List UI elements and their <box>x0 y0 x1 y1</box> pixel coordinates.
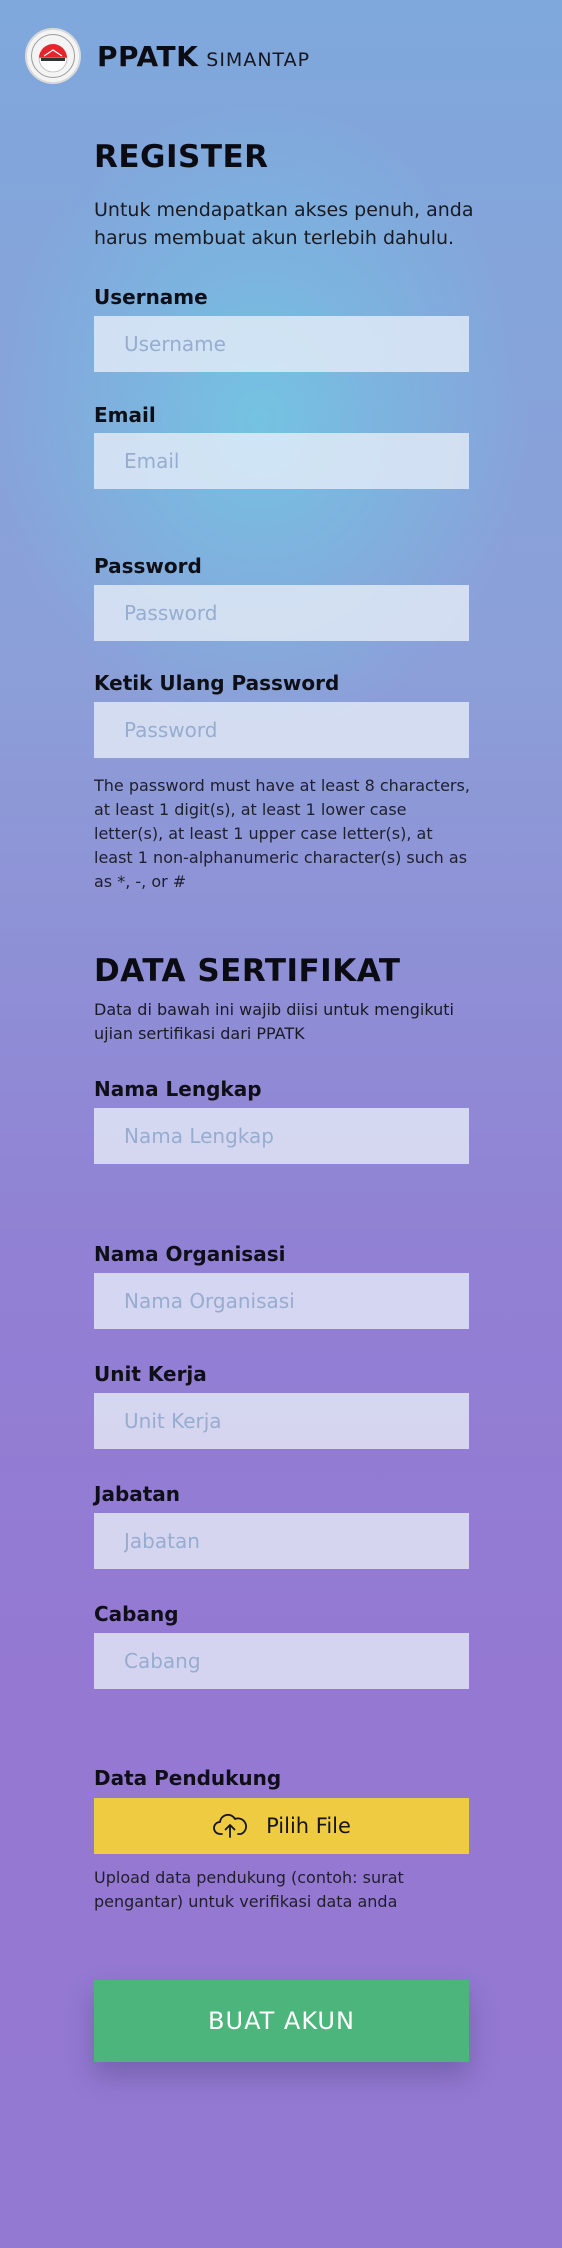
fullname-input[interactable] <box>94 1108 469 1164</box>
password-input[interactable] <box>94 585 469 641</box>
fullname-label: Nama Lengkap <box>94 1077 262 1101</box>
position-input[interactable] <box>94 1513 469 1569</box>
email-label: Email <box>94 403 156 427</box>
cloud-upload-icon <box>213 1813 248 1838</box>
work-unit-label: Unit Kerja <box>94 1362 207 1386</box>
username-label: Username <box>94 285 208 309</box>
brand-sub: SIMANTAP <box>206 48 311 71</box>
branch-label: Cabang <box>94 1602 179 1626</box>
retype-password-label: Ketik Ulang Password <box>94 671 340 695</box>
create-account-button[interactable]: BUAT AKUN <box>94 1980 469 2062</box>
work-unit-input[interactable] <box>94 1393 469 1449</box>
branch-input[interactable] <box>94 1633 469 1689</box>
position-label: Jabatan <box>94 1482 181 1506</box>
organization-input[interactable] <box>94 1273 469 1329</box>
choose-file-button[interactable]: Pilih File <box>94 1798 469 1854</box>
register-title: REGISTER <box>94 139 269 175</box>
choose-file-label: Pilih File <box>266 1814 351 1838</box>
brand-main: PPATK <box>97 39 199 73</box>
brand-title: PPATK SIMANTAP <box>97 40 310 73</box>
password-requirements-hint: The password must have at least 8 charac… <box>94 776 470 891</box>
certificate-title: DATA SERTIFIKAT <box>94 953 401 989</box>
supporting-data-hint: Upload data pendukung (contoh: surat pen… <box>94 1868 404 1911</box>
retype-password-input[interactable] <box>94 702 469 758</box>
supporting-data-label: Data Pendukung <box>94 1766 282 1790</box>
ppatk-emblem-icon[interactable] <box>25 28 81 84</box>
username-input[interactable] <box>94 316 469 372</box>
register-intro: Untuk mendapatkan akses penuh, anda haru… <box>94 199 474 249</box>
email-input[interactable] <box>94 433 469 489</box>
app-header: PPATK SIMANTAP <box>25 26 310 86</box>
organization-label: Nama Organisasi <box>94 1242 286 1266</box>
password-label: Password <box>94 554 202 578</box>
certificate-intro: Data di bawah ini wajib diisi untuk meng… <box>94 1000 454 1043</box>
